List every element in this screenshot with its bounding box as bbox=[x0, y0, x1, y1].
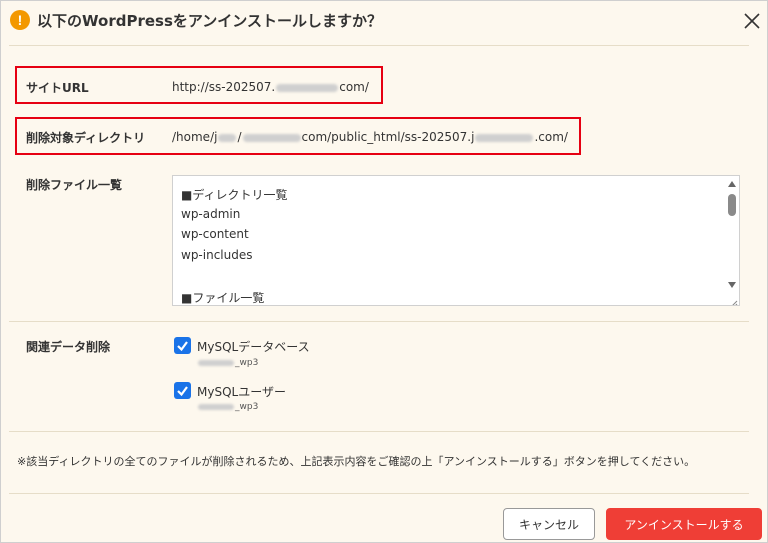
mysql-db-name: _wp3 bbox=[197, 358, 258, 368]
file-list-line bbox=[173, 268, 739, 289]
file-list-line: wp-includes bbox=[181, 247, 253, 262]
resize-handle-icon[interactable] bbox=[728, 294, 738, 305]
file-list-label: 削除ファイル一覧 bbox=[26, 178, 123, 192]
scroll-thumb[interactable] bbox=[728, 194, 736, 216]
checkmark-icon bbox=[177, 386, 188, 397]
delete-dir-label: 削除対象ディレクトリ bbox=[26, 131, 146, 145]
warning-note: ※該当ディレクトリの全てのファイルが削除されるため、上記表示内容をご確認の上「ア… bbox=[17, 455, 696, 468]
file-list-line: ■ディレクトリ一覧 bbox=[181, 188, 288, 202]
divider bbox=[9, 431, 749, 432]
delete-dir-value: /home/j / com/public_html/ss-202507.j .com/ bbox=[172, 130, 568, 144]
dialog-header: ! 以下のWordPressをアンインストールしますか？ bbox=[1, 1, 767, 41]
redacted-text bbox=[475, 133, 534, 142]
mysql-user-label[interactable]: MySQLユーザー bbox=[197, 383, 286, 400]
redacted-text bbox=[242, 133, 301, 142]
divider bbox=[9, 493, 749, 494]
redacted-text bbox=[198, 359, 234, 366]
scrollbar[interactable] bbox=[725, 176, 739, 305]
redacted-text bbox=[276, 83, 339, 92]
uninstall-dialog: ! 以下のWordPressをアンインストールしますか？ サイトURL http… bbox=[0, 0, 768, 543]
file-list-line: ■ファイル一覧 bbox=[181, 290, 265, 305]
redacted-text bbox=[198, 403, 234, 410]
close-icon[interactable] bbox=[740, 9, 764, 33]
dialog-title: 以下のWordPressをアンインストールしますか？ bbox=[37, 12, 382, 30]
file-list-line: wp-admin bbox=[181, 206, 241, 221]
file-list-line: wp-content bbox=[181, 227, 249, 241]
file-list-textarea[interactable]: ■ディレクトリ一覧 wp-admin wp-content wp-include… bbox=[172, 175, 740, 306]
scroll-up-icon[interactable] bbox=[728, 181, 736, 187]
cancel-button[interactable]: キャンセル bbox=[503, 508, 595, 540]
mysql-user-checkbox[interactable] bbox=[174, 382, 191, 399]
site-url-value: http://ss-202507. com/ bbox=[172, 80, 369, 94]
mysql-db-checkbox[interactable] bbox=[174, 337, 191, 354]
uninstall-button[interactable]: アンインストールする bbox=[606, 508, 762, 540]
divider bbox=[9, 45, 749, 46]
warning-icon: ! bbox=[10, 10, 30, 30]
scroll-down-icon[interactable] bbox=[728, 282, 736, 288]
related-data-label: 関連データ削除 bbox=[26, 340, 111, 354]
redacted-text bbox=[218, 133, 237, 142]
site-url-label: サイトURL bbox=[26, 81, 89, 95]
mysql-user-name: _wp3 bbox=[197, 402, 258, 412]
checkmark-icon bbox=[177, 341, 188, 352]
mysql-db-label[interactable]: MySQLデータベース bbox=[197, 338, 310, 355]
divider bbox=[9, 321, 749, 322]
